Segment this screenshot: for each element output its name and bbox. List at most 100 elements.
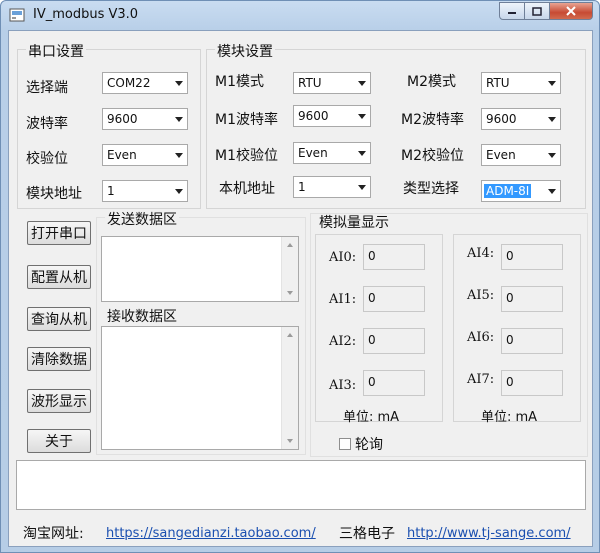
chevron-down-icon: [548, 81, 556, 86]
data-area-group: 发送数据区 接收数据区: [96, 209, 306, 455]
send-scrollbar[interactable]: [281, 237, 298, 301]
close-icon: [566, 6, 576, 16]
m1-parity-label: M1校验位: [215, 148, 278, 164]
type-select[interactable]: ADM-8I: [481, 180, 561, 202]
receive-scrollbar[interactable]: [281, 327, 298, 449]
send-data-textarea[interactable]: [101, 236, 299, 302]
about-button[interactable]: 关于: [27, 429, 91, 453]
chevron-down-icon: [175, 117, 183, 122]
type-label: 类型选择: [403, 181, 459, 197]
app-icon: [9, 8, 25, 22]
maximize-icon: [532, 6, 542, 16]
receive-data-textarea[interactable]: [101, 326, 299, 450]
ai3-label: AI3:: [329, 378, 357, 393]
m2-mode-label: M2模式: [407, 74, 456, 90]
chevron-down-icon: [358, 114, 366, 119]
m1-mode-select[interactable]: RTU: [293, 72, 371, 94]
port-label: 选择端: [26, 80, 68, 96]
chevron-down-icon: [548, 189, 556, 194]
scroll-up-icon: [287, 243, 293, 247]
chevron-down-icon: [358, 81, 366, 86]
shop-link[interactable]: https://sangedianzi.taobao.com/: [106, 526, 316, 541]
m1-parity-select[interactable]: Even: [293, 142, 371, 164]
local-addr-label: 本机地址: [219, 181, 275, 197]
client-area: 串口设置 选择端 COM22 波特率 9600 校验位 Even 模块地址 1 …: [8, 30, 593, 547]
ai6-label: AI6:: [467, 330, 495, 345]
chevron-down-icon: [175, 81, 183, 86]
scroll-down-icon: [287, 291, 293, 295]
ai7-label: AI7:: [467, 372, 495, 387]
title-bar[interactable]: IV_modbus V3.0: [1, 1, 599, 29]
ai2-value: 0: [363, 328, 425, 354]
caption-buttons: [499, 2, 593, 20]
ai2-label: AI2:: [329, 334, 357, 349]
type-value: ADM-8I: [484, 184, 532, 198]
module-settings-title: 模块设置: [215, 41, 275, 61]
serial-settings-title: 串口设置: [26, 41, 86, 61]
ai5-value: 0: [501, 286, 563, 312]
port-value: COM22: [107, 76, 151, 90]
baud-select[interactable]: 9600: [102, 108, 188, 130]
ai0-label: AI0:: [329, 250, 357, 265]
module-addr-label: 模块地址: [26, 186, 82, 202]
m2-baud-value: 9600: [486, 112, 517, 126]
query-slave-button[interactable]: 查询从机: [27, 307, 91, 331]
ai7-value: 0: [501, 370, 563, 396]
send-area-title: 发送数据区: [105, 209, 179, 229]
m1-baud-value: 9600: [298, 109, 329, 123]
local-addr-select[interactable]: 1: [293, 176, 371, 198]
unit-left-label: 单位: mA: [343, 410, 400, 425]
m2-mode-value: RTU: [486, 76, 510, 90]
chevron-down-icon: [358, 185, 366, 190]
parity-value: Even: [107, 148, 137, 162]
m1-baud-label: M1波特率: [215, 112, 278, 128]
parity-select[interactable]: Even: [102, 144, 188, 166]
chevron-down-icon: [548, 117, 556, 122]
m2-parity-select[interactable]: Even: [481, 144, 561, 166]
m1-baud-select[interactable]: 9600: [293, 105, 371, 127]
module-addr-value: 1: [107, 184, 115, 198]
ai0-value: 0: [363, 244, 425, 270]
ai3-value: 0: [363, 370, 425, 396]
open-port-button[interactable]: 打开串口: [27, 221, 91, 245]
ai6-value: 0: [501, 328, 563, 354]
local-addr-value: 1: [298, 180, 306, 194]
ai5-label: AI5:: [467, 288, 495, 303]
close-button[interactable]: [550, 2, 593, 20]
company-link[interactable]: http://www.tj-sange.com/: [407, 526, 571, 541]
status-textbox[interactable]: [16, 460, 586, 510]
ai4-value: 0: [501, 244, 563, 270]
poll-checkbox[interactable]: [339, 438, 351, 450]
ai4-label: AI4:: [467, 246, 495, 261]
baud-label: 波特率: [26, 116, 68, 132]
module-addr-select[interactable]: 1: [102, 180, 188, 202]
chevron-down-icon: [175, 153, 183, 158]
window-title: IV_modbus V3.0: [33, 7, 139, 22]
minimize-button[interactable]: [499, 2, 525, 20]
m2-baud-select[interactable]: 9600: [481, 108, 561, 130]
shop-label: 淘宝网址:: [23, 526, 84, 542]
m2-mode-select[interactable]: RTU: [481, 72, 561, 94]
port-select[interactable]: COM22: [102, 72, 188, 94]
config-slave-button[interactable]: 配置从机: [27, 265, 91, 289]
waveform-button[interactable]: 波形显示: [27, 389, 91, 413]
clear-data-button[interactable]: 清除数据: [27, 347, 91, 371]
m2-parity-value: Even: [486, 148, 516, 162]
app-window: IV_modbus V3.0 串口设置 选择端 COM22 波特率 9600 校…: [0, 0, 600, 553]
analog-display-group: 模拟量显示 AI0: 0 AI1: 0 AI2: 0 AI3: 0 AI4: 0…: [310, 213, 588, 457]
maximize-button[interactable]: [525, 2, 550, 20]
chevron-down-icon: [175, 189, 183, 194]
serial-settings-group: 串口设置 选择端 COM22 波特率 9600 校验位 Even 模块地址 1: [17, 41, 201, 209]
chevron-down-icon: [548, 153, 556, 158]
m2-baud-label: M2波特率: [401, 112, 464, 128]
scroll-down-icon: [287, 439, 293, 443]
ai1-value: 0: [363, 286, 425, 312]
m1-mode-value: RTU: [298, 76, 322, 90]
module-settings-group: 模块设置 M1模式 RTU M2模式 RTU M1波特率 9600 M2波特率 …: [206, 41, 586, 209]
scroll-up-icon: [287, 333, 293, 337]
chevron-down-icon: [358, 151, 366, 156]
m2-parity-label: M2校验位: [401, 148, 464, 164]
m1-mode-label: M1模式: [215, 74, 264, 90]
ai1-label: AI1:: [329, 292, 357, 307]
minimize-icon: [508, 12, 516, 14]
